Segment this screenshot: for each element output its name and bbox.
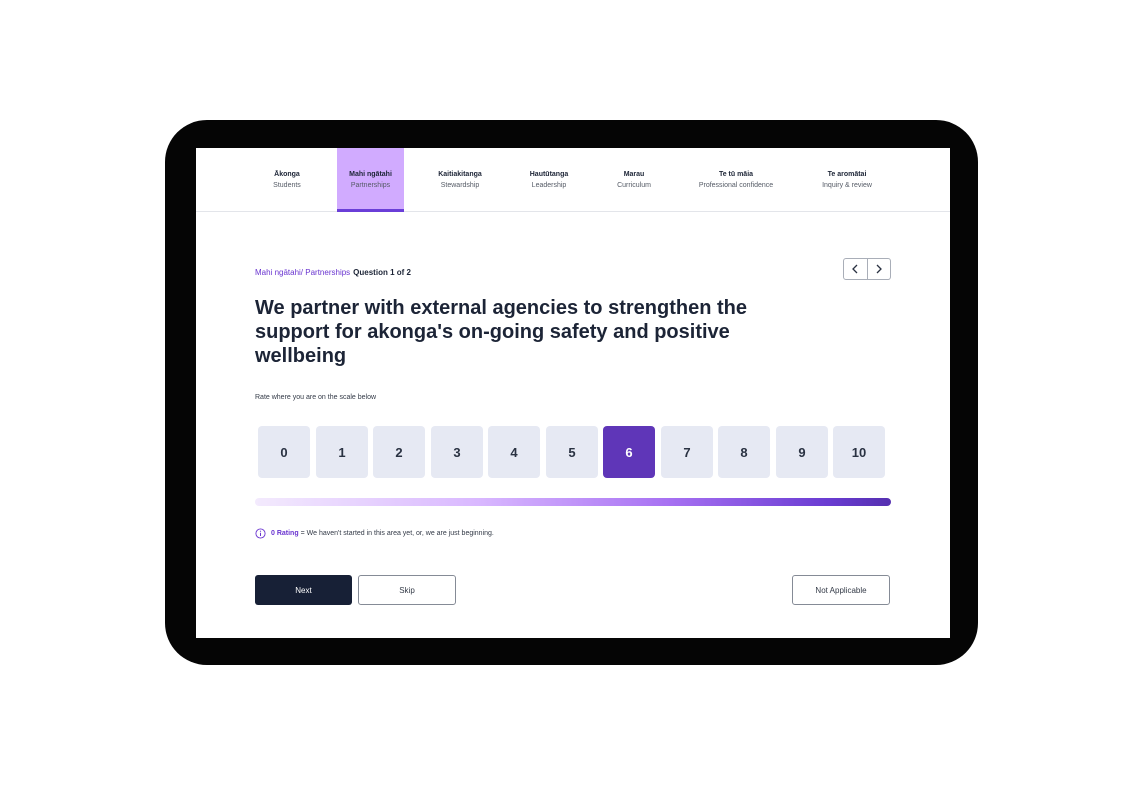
scale-option-6[interactable]: 6 (603, 426, 655, 478)
scale-option-3[interactable]: 3 (431, 426, 483, 478)
rating-key: 0 Rating (271, 530, 299, 537)
question-text: We partner with external agencies to str… (255, 297, 747, 367)
rating-description: = We haven't started in this area yet, o… (300, 530, 494, 537)
category-tabs: Ākonga Students Mahi ngātahi Partnership… (196, 148, 950, 212)
tab-marau[interactable]: Marau Curriculum (604, 148, 664, 211)
scale-option-10[interactable]: 10 (833, 426, 885, 478)
next-question-button[interactable] (866, 259, 890, 279)
tab-english-label: Professional confidence (698, 181, 774, 189)
tab-maori-label: Te tū māia (718, 170, 754, 178)
tab-english-label: Leadership (531, 181, 567, 189)
tab-te-aromatai[interactable]: Te aromātai Inquiry & review (810, 148, 884, 211)
tab-te-tu-maia[interactable]: Te tū māia Professional confidence (692, 148, 780, 211)
tab-maori-label: Te aromātai (827, 170, 867, 178)
next-button[interactable]: Next (255, 575, 352, 605)
scale-gradient-bar (255, 498, 891, 506)
tab-maori-label: Hautūtanga (529, 170, 569, 178)
scale-option-7[interactable]: 7 (661, 426, 713, 478)
tab-english-label: Curriculum (617, 181, 651, 189)
tab-maori-label: Kaitiakitanga (438, 170, 482, 178)
not-applicable-button[interactable]: Not Applicable (792, 575, 890, 605)
tab-maori-label: Mahi ngātahi (349, 170, 392, 178)
tab-akonga[interactable]: Ākonga Students (254, 148, 320, 211)
question-nav (843, 258, 891, 280)
scale-instruction: Rate where you are on the scale below (255, 394, 377, 401)
scale-option-0[interactable]: 0 (258, 426, 310, 478)
tab-haututanga[interactable]: Hautūtanga Leadership (516, 148, 582, 211)
tab-kaitiakitanga[interactable]: Kaitiakitanga Stewardship (424, 148, 496, 211)
scale-option-2[interactable]: 2 (373, 426, 425, 478)
scale-option-1[interactable]: 1 (316, 426, 368, 478)
tab-english-label: Partnerships (350, 181, 391, 189)
breadcrumb: Mahi ngātahi/ Partnerships Question 1 of … (255, 268, 411, 278)
skip-button[interactable]: Skip (358, 575, 456, 605)
breadcrumb-section[interactable]: Mahi ngātahi/ Partnerships (255, 268, 350, 277)
rating-info: 0 Rating = We haven't started in this ar… (255, 528, 494, 539)
tab-maori-label: Marau (623, 170, 645, 178)
info-icon (255, 528, 266, 539)
chevron-left-icon (852, 264, 858, 274)
tab-english-label: Students (273, 181, 301, 189)
scale-option-5[interactable]: 5 (546, 426, 598, 478)
scale-option-9[interactable]: 9 (776, 426, 828, 478)
tab-english-label: Inquiry & review (822, 181, 872, 189)
app-screen: Ākonga Students Mahi ngātahi Partnership… (196, 148, 950, 638)
scale-option-4[interactable]: 4 (488, 426, 540, 478)
prev-question-button[interactable] (844, 259, 867, 279)
question-progress: Question 1 of 2 (353, 268, 411, 277)
tab-maori-label: Ākonga (274, 170, 300, 178)
rating-scale: 0 1 2 3 4 5 6 7 8 9 10 (258, 426, 888, 478)
scale-option-8[interactable]: 8 (718, 426, 770, 478)
tab-english-label: Stewardship (440, 181, 480, 189)
chevron-right-icon (876, 264, 882, 274)
tab-mahi-ngatahi[interactable]: Mahi ngātahi Partnerships (337, 148, 404, 212)
